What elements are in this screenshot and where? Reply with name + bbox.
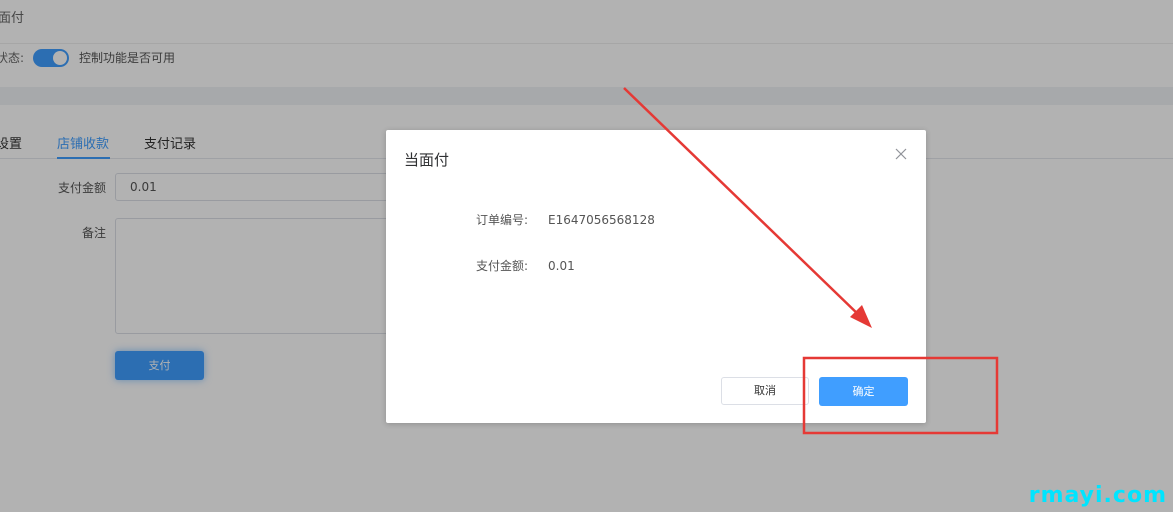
face-to-face-pay-dialog: 当面付 订单编号: E1647056568128 支付金额: 0.01 取消 确定 bbox=[386, 130, 926, 423]
payment-amount-value: 0.01 bbox=[548, 259, 575, 273]
close-icon[interactable] bbox=[895, 148, 907, 160]
payment-amount-row: 支付金额: 0.01 bbox=[476, 257, 575, 274]
page: 面付 状态: 控制功能是否可用 设置 店铺收款 支付记录 支付金额 0.01 备… bbox=[0, 0, 1173, 512]
confirm-button[interactable]: 确定 bbox=[819, 377, 908, 406]
order-number-value: E1647056568128 bbox=[548, 213, 655, 227]
payment-amount-label: 支付金额: bbox=[476, 259, 529, 273]
dialog-title: 当面付 bbox=[404, 151, 450, 169]
watermark: rmayi.com bbox=[1028, 483, 1167, 508]
order-number-row: 订单编号: E1647056568128 bbox=[476, 211, 655, 228]
order-number-label: 订单编号: bbox=[476, 213, 529, 227]
cancel-button[interactable]: 取消 bbox=[721, 377, 809, 405]
